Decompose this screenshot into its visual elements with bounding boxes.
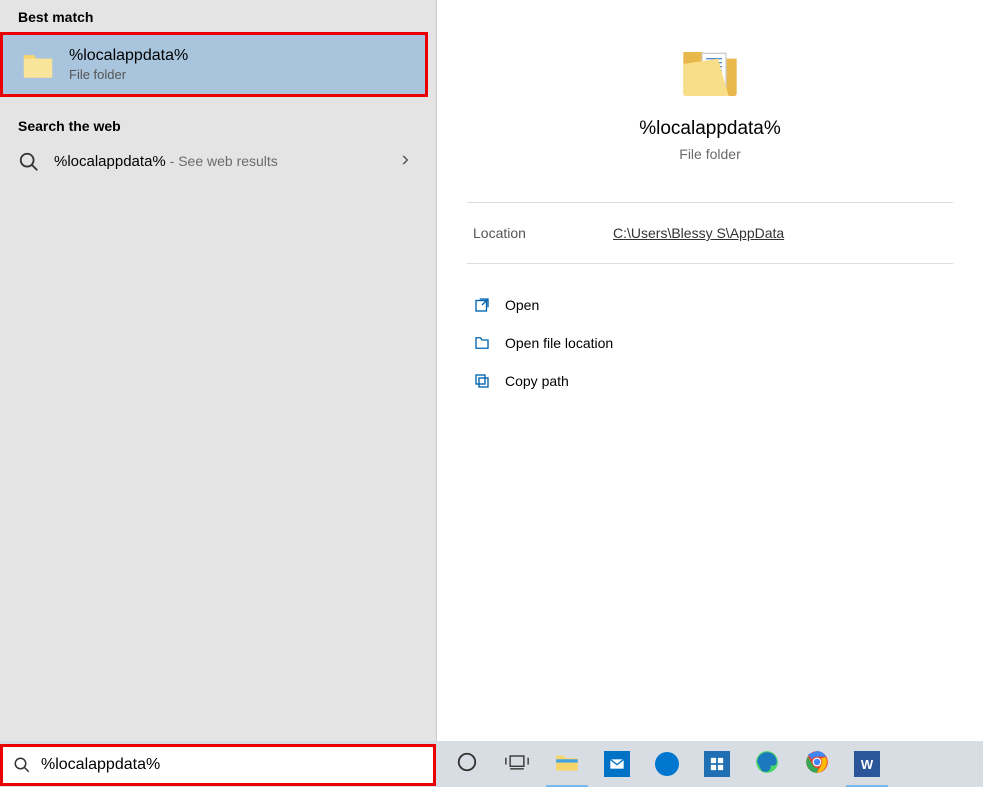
taskbar-search-box[interactable] xyxy=(0,744,436,786)
open-icon xyxy=(473,296,491,314)
folder-icon xyxy=(21,48,55,82)
web-result-title: %localappdata% xyxy=(54,153,166,170)
file-explorer-icon xyxy=(554,749,580,780)
task-view-icon xyxy=(505,752,529,777)
web-result-suffix: - See web results xyxy=(166,153,278,169)
best-match-subtitle: File folder xyxy=(69,67,188,82)
open-label: Open xyxy=(505,297,539,313)
best-match-result[interactable]: %localappdata% File folder xyxy=(0,32,428,97)
dell-button[interactable] xyxy=(642,741,692,787)
open-file-location-label: Open file location xyxy=(505,335,613,351)
copy-icon xyxy=(473,372,491,390)
task-view-button[interactable] xyxy=(492,741,542,787)
divider xyxy=(467,263,953,264)
search-input[interactable] xyxy=(41,756,423,774)
preview-subtitle: File folder xyxy=(437,146,983,162)
chevron-right-icon xyxy=(398,153,418,172)
copy-path-action[interactable]: Copy path xyxy=(467,362,953,400)
cortana-icon xyxy=(456,751,478,778)
edge-button[interactable] xyxy=(742,741,792,787)
open-action[interactable]: Open xyxy=(467,286,953,324)
folder-icon xyxy=(678,40,742,104)
search-icon xyxy=(13,756,31,774)
file-explorer-button[interactable] xyxy=(542,741,592,787)
best-match-header: Best match xyxy=(0,0,436,32)
preview-title: %localappdata% xyxy=(437,118,983,140)
ms-store-icon xyxy=(704,751,730,777)
search-web-header: Search the web xyxy=(0,109,436,141)
location-label: Location xyxy=(473,225,613,241)
ms-store-button[interactable] xyxy=(692,741,742,787)
folder-location-icon xyxy=(473,334,491,352)
mail-button[interactable] xyxy=(592,741,642,787)
chrome-icon xyxy=(804,749,830,780)
copy-path-label: Copy path xyxy=(505,373,569,389)
search-results-panel: Best match %localappdata% File folder Se… xyxy=(0,0,436,741)
mail-icon xyxy=(604,751,630,777)
cortana-button[interactable] xyxy=(442,741,492,787)
word-button[interactable]: W xyxy=(842,741,892,787)
taskbar: W xyxy=(0,741,983,787)
dell-icon xyxy=(655,752,679,776)
word-icon: W xyxy=(854,751,880,777)
location-path-link[interactable]: C:\Users\Blessy S\AppData xyxy=(613,225,784,241)
chrome-button[interactable] xyxy=(792,741,842,787)
divider xyxy=(467,202,953,203)
web-search-result[interactable]: %localappdata% - See web results xyxy=(0,141,436,183)
edge-icon xyxy=(754,749,780,780)
search-icon xyxy=(18,151,40,173)
preview-panel: %localappdata% File folder Location C:\U… xyxy=(436,0,983,741)
best-match-title: %localappdata% xyxy=(69,47,188,65)
open-file-location-action[interactable]: Open file location xyxy=(467,324,953,362)
